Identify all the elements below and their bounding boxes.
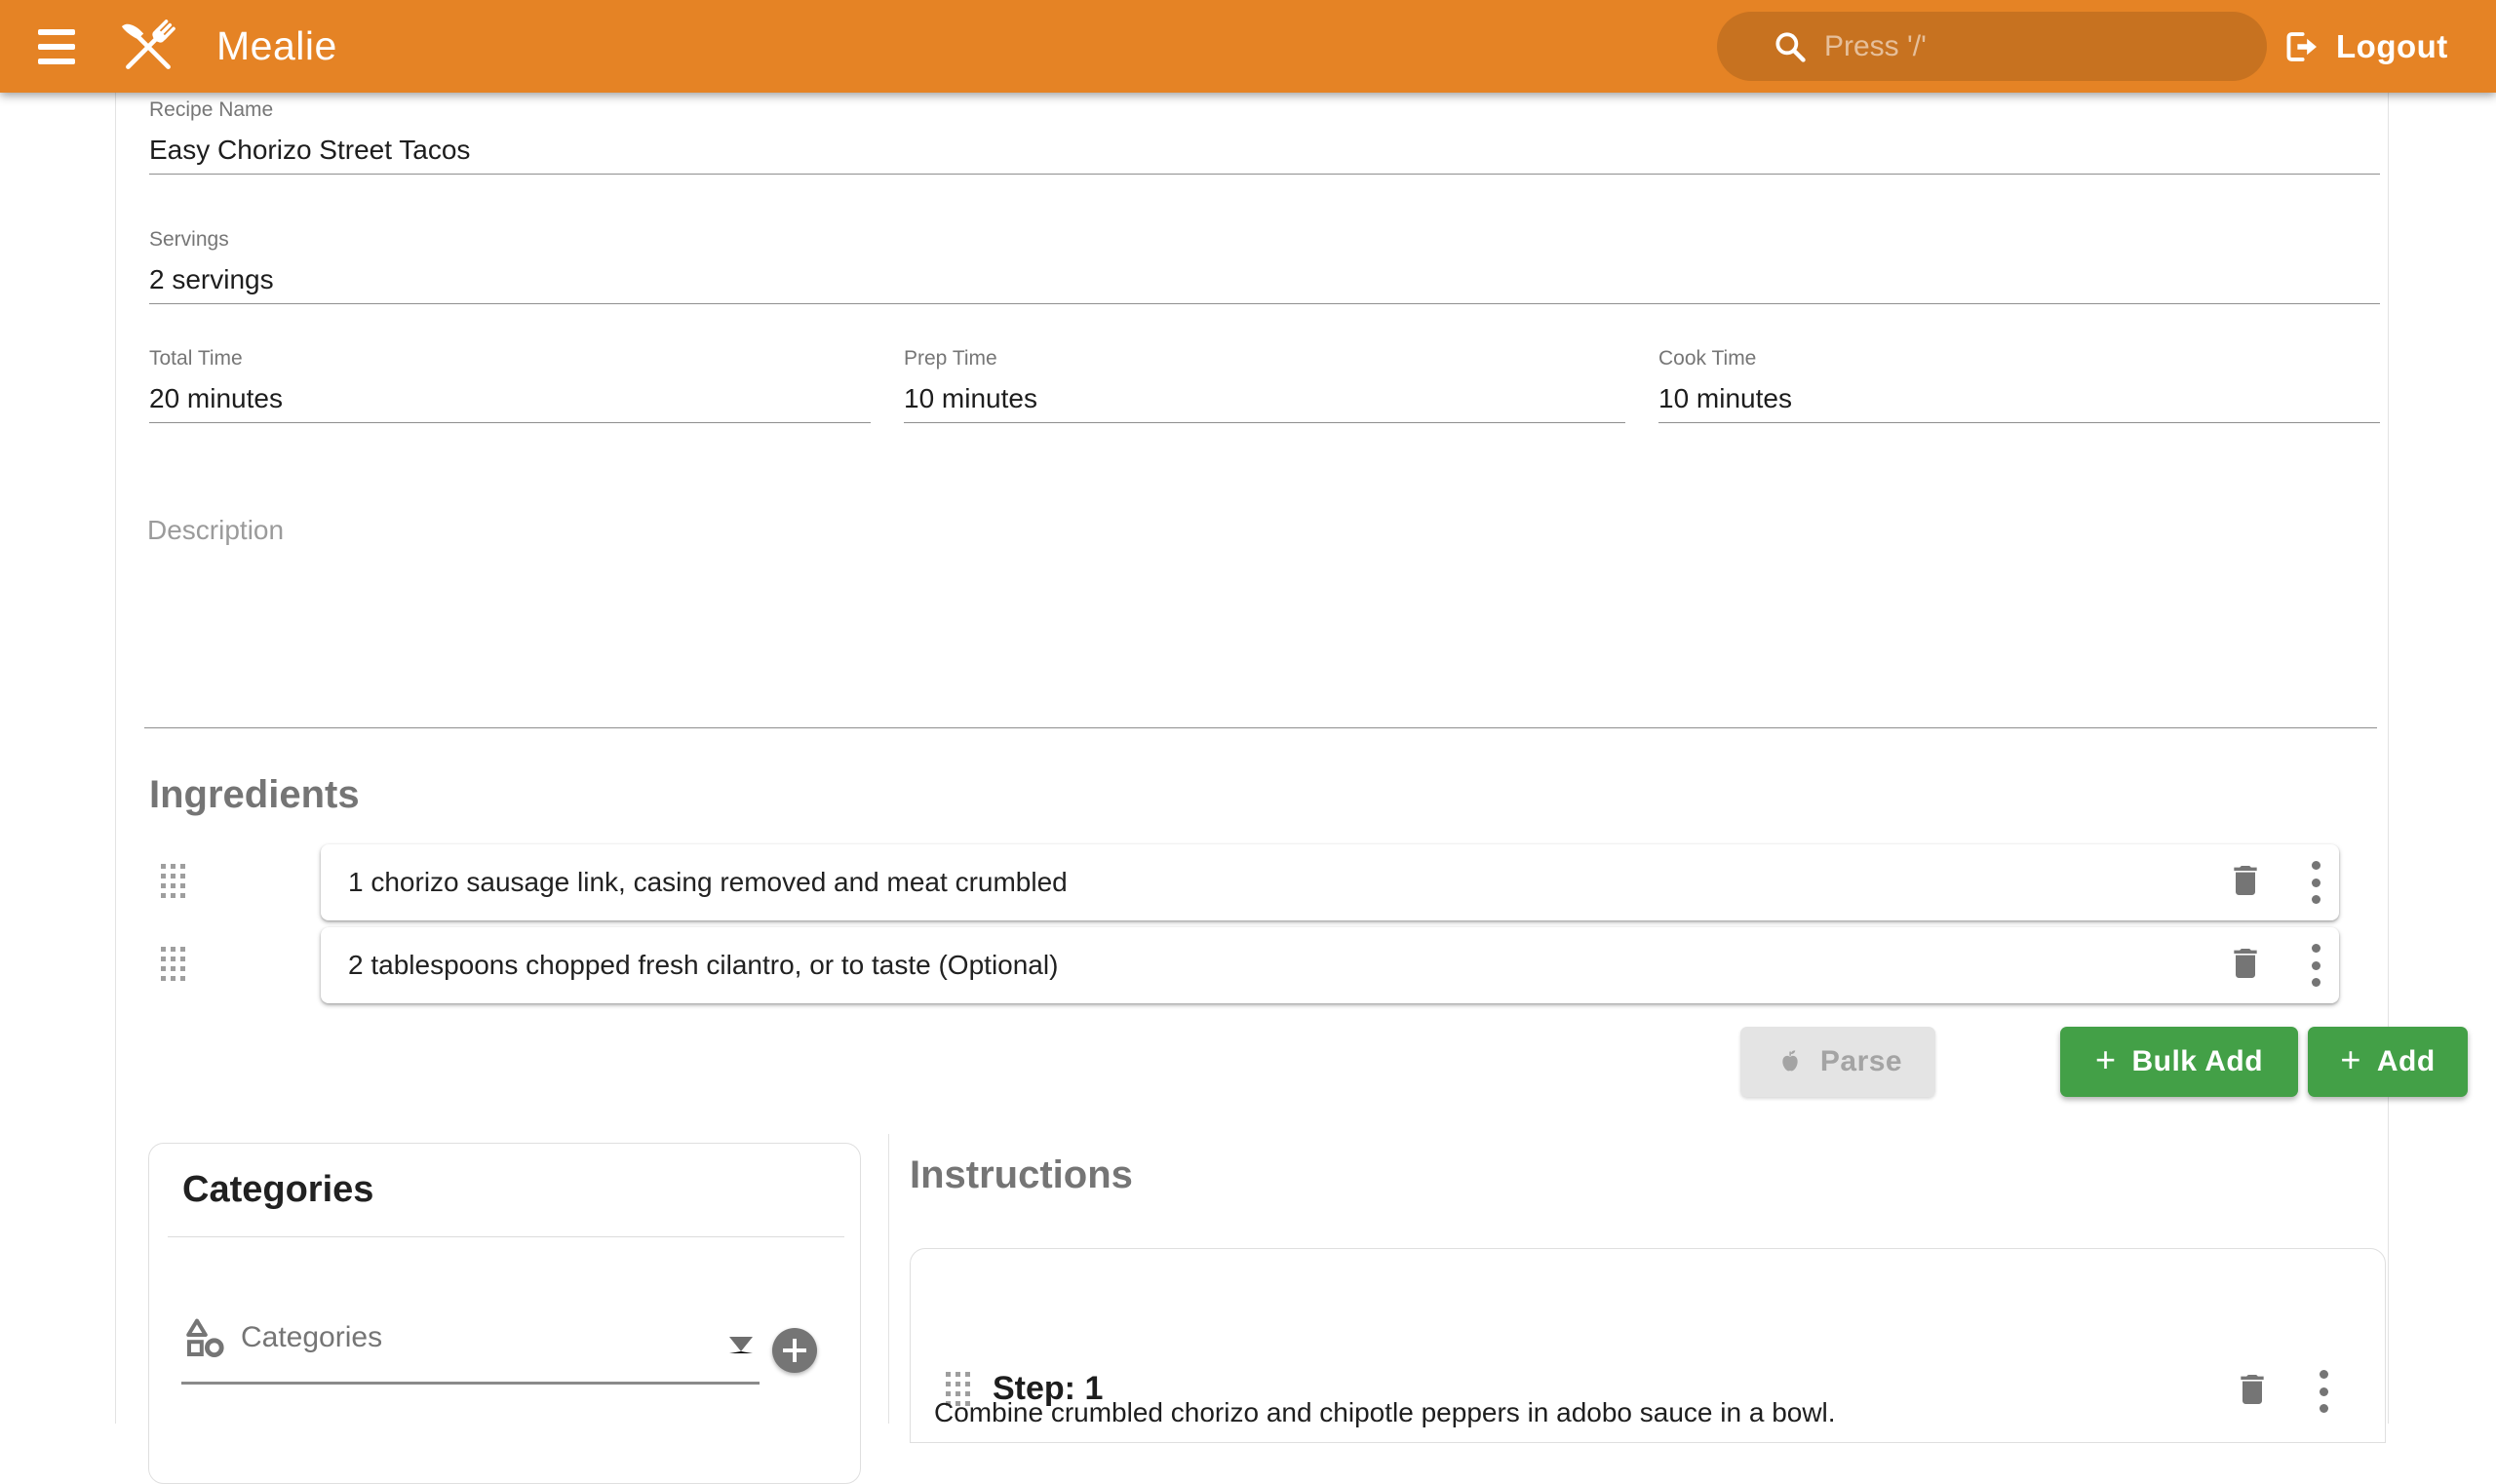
prep-time-input[interactable] — [904, 379, 1625, 418]
ingredient-input[interactable]: 2 tablespoons chopped fresh cilantro, or… — [321, 927, 2339, 1003]
ingredient-input[interactable]: 1 chorizo sausage link, casing removed a… — [321, 844, 2339, 920]
step-text-input[interactable]: Combine crumbled chorizo and chipotle pe… — [934, 1397, 2358, 1428]
select-underline — [181, 1382, 760, 1385]
recipe-name-label: Recipe Name — [149, 98, 2380, 123]
cook-time-input[interactable] — [1658, 379, 2380, 418]
bulk-add-button[interactable]: + Bulk Add — [2060, 1027, 2298, 1097]
ingredient-menu-button[interactable] — [2311, 861, 2320, 904]
plus-icon: + — [2095, 1039, 2117, 1080]
search-input[interactable] — [1824, 30, 2214, 63]
recipe-name-field: Recipe Name — [149, 98, 2380, 175]
instruction-step-card: Step: 1 Combine crumbled chorizo and chi… — [910, 1248, 2386, 1443]
shapes-icon — [181, 1313, 228, 1365]
categories-card: Categories Categories — [148, 1143, 861, 1484]
parse-label: Parse — [1820, 1045, 1902, 1078]
kebab-icon — [2312, 861, 2320, 870]
total-time-field: Total Time — [149, 346, 871, 423]
bulk-add-label: Bulk Add — [2131, 1045, 2263, 1078]
kebab-icon — [2312, 944, 2320, 953]
chevron-down-icon[interactable] — [729, 1337, 753, 1353]
recipe-name-input[interactable] — [149, 131, 2380, 170]
search-icon — [1772, 28, 1809, 65]
ingredient-menu-button[interactable] — [2311, 944, 2320, 987]
app-bar: Mealie Logout — [0, 0, 2496, 93]
total-time-label: Total Time — [149, 346, 871, 371]
ingredient-text: 2 tablespoons chopped fresh cilantro, or… — [348, 950, 1058, 981]
total-time-input[interactable] — [149, 379, 871, 418]
plus-icon: + — [2340, 1039, 2361, 1080]
search-bar[interactable] — [1717, 12, 2267, 81]
ingredient-text: 1 chorizo sausage link, casing removed a… — [348, 867, 1068, 898]
kebab-icon — [2320, 1370, 2328, 1379]
trash-icon — [2226, 858, 2265, 903]
instructions-heading: Instructions — [910, 1153, 1133, 1197]
ingredient-drag-handle[interactable] — [161, 864, 186, 899]
cook-time-label: Cook Time — [1658, 346, 2380, 371]
ingredients-heading: Ingredients — [149, 773, 360, 817]
apple-icon — [1774, 1045, 1807, 1078]
categories-select[interactable]: Categories — [241, 1321, 382, 1354]
delete-ingredient-button[interactable] — [2226, 941, 2265, 989]
categories-title: Categories — [182, 1169, 373, 1211]
servings-field: Servings — [149, 227, 2380, 304]
logout-icon — [2280, 26, 2320, 67]
prep-time-label: Prep Time — [904, 346, 1625, 371]
trash-icon — [2226, 941, 2265, 986]
menu-hamburger-icon[interactable] — [38, 27, 75, 66]
column-divider — [888, 1134, 889, 1424]
description-label: Description — [147, 515, 284, 546]
recipe-editor-sheet: Recipe Name Servings Total Time Prep Tim… — [115, 93, 2389, 1424]
logout-label: Logout — [2336, 28, 2448, 65]
app-title: Mealie — [216, 23, 337, 69]
add-label: Add — [2377, 1045, 2436, 1078]
parse-button[interactable]: Parse — [1740, 1027, 1935, 1097]
cook-time-field: Cook Time — [1658, 346, 2380, 423]
logout-button[interactable]: Logout — [2280, 0, 2448, 93]
prep-time-field: Prep Time — [904, 346, 1625, 423]
description-input[interactable] — [144, 546, 2377, 728]
add-ingredient-button[interactable]: + Add — [2308, 1027, 2468, 1097]
divider — [168, 1236, 844, 1237]
servings-label: Servings — [149, 227, 2380, 253]
ingredient-drag-handle[interactable] — [161, 947, 186, 982]
delete-ingredient-button[interactable] — [2226, 858, 2265, 906]
mealie-logo-icon[interactable] — [112, 11, 184, 83]
add-category-button[interactable] — [772, 1328, 817, 1373]
servings-input[interactable] — [149, 260, 2380, 299]
